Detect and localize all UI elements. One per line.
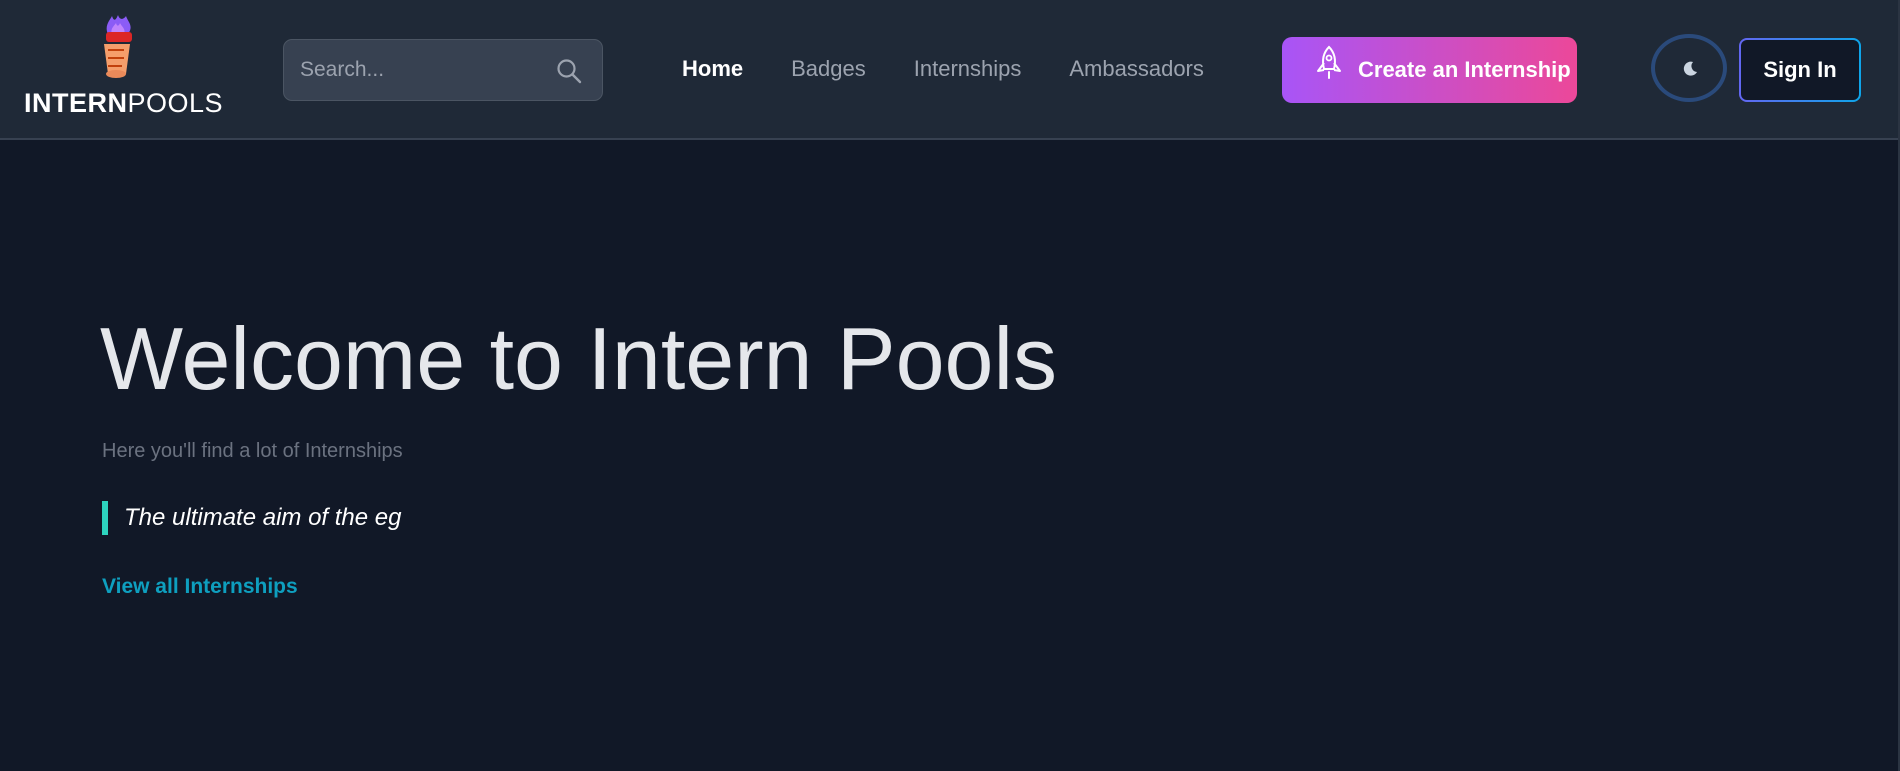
nav-ambassadors[interactable]: Ambassadors — [1069, 56, 1204, 86]
create-internship-label: Create an Internship — [1358, 57, 1571, 82]
sign-in-label: Sign In — [1741, 40, 1859, 100]
brand-logo[interactable]: INTERNPOOLS — [24, 14, 223, 124]
search-input[interactable] — [284, 40, 550, 100]
brand-name-light: POOLS — [127, 88, 224, 118]
moon-icon — [1683, 61, 1697, 76]
main-nav: Home Badges Internships Ambassadors — [682, 56, 1204, 86]
nav-internships[interactable]: Internships — [914, 56, 1022, 86]
view-all-internships-link[interactable]: View all Internships — [102, 575, 298, 599]
search-box — [283, 39, 603, 101]
top-navbar: INTERNPOOLS Home Badges Internships Amba… — [0, 0, 1898, 140]
hero-subtitle: Here you'll find a lot of Internships — [102, 440, 403, 462]
nav-badges[interactable]: Badges — [791, 56, 866, 86]
create-internship-button[interactable]: Create an Internship — [1282, 37, 1577, 103]
brand-wordmark: INTERNPOOLS — [24, 88, 223, 119]
nav-home[interactable]: Home — [682, 56, 743, 86]
rocket-icon — [1317, 45, 1341, 79]
theme-toggle-button[interactable] — [1651, 34, 1727, 102]
search-icon[interactable] — [556, 58, 582, 84]
hero-title: Welcome to Intern Pools — [100, 309, 1058, 408]
hero-quote: The ultimate aim of the eg — [102, 501, 401, 535]
brand-name-bold: INTERN — [24, 88, 128, 118]
sign-in-button[interactable]: Sign In — [1739, 38, 1861, 102]
page: INTERNPOOLS Home Badges Internships Amba… — [0, 0, 1900, 771]
mascot-logo-icon — [104, 15, 132, 78]
